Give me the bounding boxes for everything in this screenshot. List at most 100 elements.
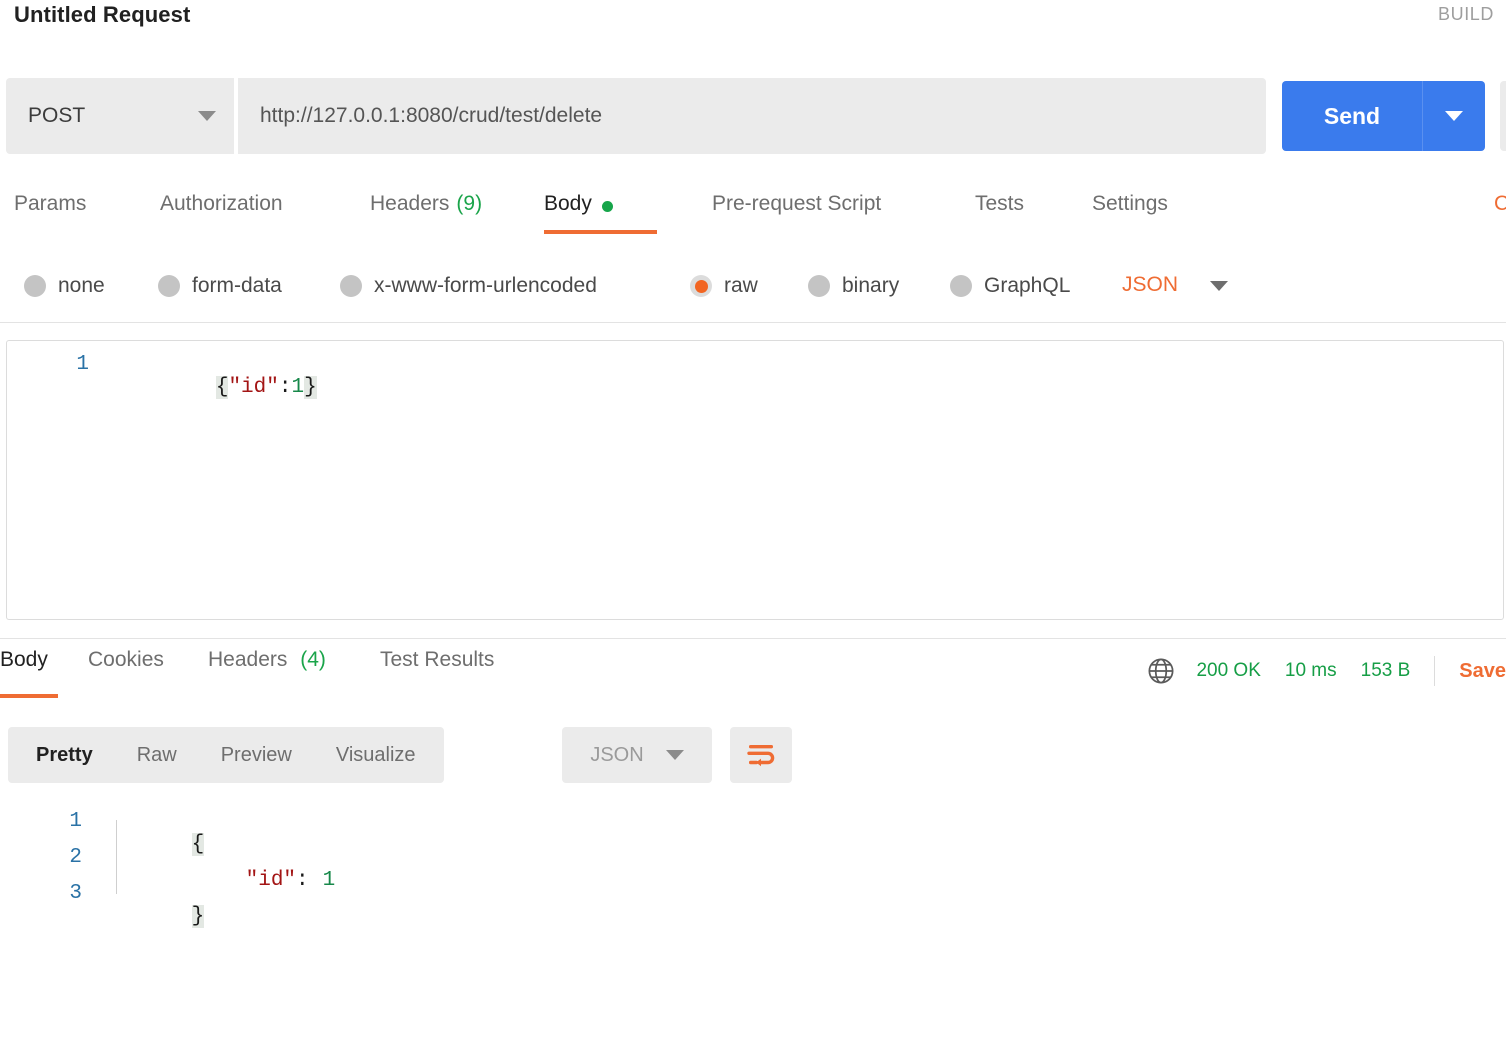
radio-graphql[interactable]: GraphQL <box>950 262 1070 310</box>
tab-badge: (4) <box>300 648 326 671</box>
tab-authorization[interactable]: Authorization <box>160 186 310 242</box>
radio-form-data[interactable]: form-data <box>158 262 282 310</box>
tab-label: Settings <box>1092 192 1168 215</box>
active-tab-underline <box>0 694 58 698</box>
radio-label: GraphQL <box>984 274 1071 297</box>
request-body-editor[interactable]: 1 {"id":1} <box>6 340 1504 620</box>
response-tab-body[interactable]: Body <box>0 648 58 698</box>
response-tabs: Body Cookies Headers (4) Test Results 20… <box>0 648 1506 704</box>
body-type-radio-group: none form-data x-www-form-urlencoded raw… <box>0 262 1506 310</box>
save-response-link[interactable]: Save <box>1459 660 1506 683</box>
json-colon: : <box>296 869 309 892</box>
json-close-brace: } <box>304 376 317 399</box>
response-tab-headers[interactable]: Headers (4) <box>208 648 348 698</box>
radio-x-www-form-urlencoded[interactable]: x-www-form-urlencoded <box>340 262 597 310</box>
tab-label: Params <box>14 192 87 215</box>
send-options-button[interactable] <box>1423 81 1485 151</box>
radio-label: raw <box>724 274 758 297</box>
json-key: "id" <box>228 376 279 399</box>
json-open-brace: { <box>215 376 229 399</box>
url-value: http://127.0.0.1:8080/crud/test/delete <box>260 104 603 127</box>
tab-pre-request-script[interactable]: Pre-request Script <box>712 186 920 242</box>
view-mode-visualize[interactable]: Visualize <box>314 744 438 767</box>
response-status-bar: 200 OK 10 ms 153 B Save <box>1146 656 1506 686</box>
url-input[interactable]: http://127.0.0.1:8080/crud/test/delete <box>236 78 1266 154</box>
tab-label: Body <box>544 192 592 215</box>
line-number: 2 <box>69 846 82 869</box>
radio-icon <box>808 275 830 297</box>
view-mode-preview[interactable]: Preview <box>199 744 314 767</box>
radio-raw[interactable]: raw <box>690 262 758 310</box>
tab-headers[interactable]: Headers (9) <box>370 186 505 242</box>
response-view-modes: Pretty Raw Preview Visualize <box>8 727 444 783</box>
line-number: 1 <box>69 810 82 833</box>
divider <box>0 322 1506 323</box>
response-format-selector[interactable]: JSON <box>562 727 712 783</box>
response-tab-test-results[interactable]: Test Results <box>380 648 525 698</box>
status-code: 200 OK <box>1196 660 1261 681</box>
json-number: 1 <box>291 376 305 399</box>
radio-binary[interactable]: binary <box>808 262 899 310</box>
radio-label: binary <box>842 274 900 297</box>
tab-label: Cookies <box>88 648 164 671</box>
view-mode-raw[interactable]: Raw <box>115 744 199 767</box>
save-request-button[interactable] <box>1500 81 1506 151</box>
tab-label: Pre-request Script <box>712 192 882 215</box>
radio-label: form-data <box>192 274 282 297</box>
response-format-label: JSON <box>590 743 644 766</box>
tab-label: Authorization <box>160 192 283 215</box>
json-close-brace: } <box>191 905 205 928</box>
json-colon: : <box>278 376 292 399</box>
tab-label: Test Results <box>380 648 495 671</box>
tab-badge: (9) <box>456 192 483 215</box>
radio-icon <box>950 275 972 297</box>
radio-icon <box>24 275 46 297</box>
code-line: {"id":1} <box>115 353 317 422</box>
radio-label: none <box>58 274 105 297</box>
url-bar: POST http://127.0.0.1:8080/crud/test/del… <box>6 78 1506 154</box>
globe-icon <box>1148 658 1174 684</box>
active-tab-underline <box>544 230 657 234</box>
line-number: 1 <box>76 353 89 376</box>
json-number: 1 <box>322 869 336 892</box>
title-row: Untitled Request BUILD <box>0 0 1506 56</box>
radio-icon <box>158 275 180 297</box>
request-tabs: Params Authorization Headers (9) Body Pr… <box>0 186 1506 242</box>
send-button-group: Send <box>1282 81 1485 151</box>
line-number: 3 <box>69 882 82 905</box>
tab-label: Tests <box>975 192 1025 215</box>
chevron-down-icon <box>665 750 684 760</box>
cookies-link[interactable]: Cookies <box>1494 192 1506 216</box>
send-button[interactable]: Send <box>1282 81 1423 151</box>
http-method-label: POST <box>28 104 86 127</box>
response-body-viewer[interactable]: 1 { 2 "id": 1 3 } <box>0 800 1506 950</box>
tab-label: Headers <box>370 192 450 215</box>
http-method-selector[interactable]: POST <box>6 78 234 154</box>
tab-body[interactable]: Body <box>544 186 657 242</box>
tab-tests[interactable]: Tests <box>975 186 1040 242</box>
json-key: "id" <box>245 869 297 892</box>
build-label[interactable]: BUILD <box>1438 4 1494 25</box>
chevron-down-icon[interactable] <box>1210 281 1228 291</box>
unsaved-indicator-icon <box>601 201 613 212</box>
radio-label: x-www-form-urlencoded <box>374 274 597 297</box>
tab-params[interactable]: Params <box>14 186 100 242</box>
radio-icon <box>340 275 362 297</box>
response-tab-cookies[interactable]: Cookies <box>88 648 184 698</box>
page-title: Untitled Request <box>14 2 191 27</box>
postman-request-builder: Untitled Request BUILD POST http://127.0… <box>0 0 1506 1058</box>
response-size: 153 B <box>1360 660 1411 681</box>
divider <box>0 638 1506 639</box>
view-mode-pretty[interactable]: Pretty <box>14 744 115 767</box>
content-type-selector[interactable]: JSON <box>1122 273 1178 297</box>
chevron-down-icon <box>1445 111 1463 121</box>
tab-label: Body <box>0 648 48 671</box>
chevron-down-icon <box>198 111 216 121</box>
response-time: 10 ms <box>1284 660 1337 681</box>
tab-settings[interactable]: Settings <box>1092 186 1192 242</box>
word-wrap-button[interactable] <box>730 727 792 783</box>
radio-none[interactable]: none <box>24 262 105 310</box>
code-line: } <box>116 882 205 951</box>
tab-label: Headers <box>208 648 288 671</box>
word-wrap-icon <box>747 745 775 767</box>
